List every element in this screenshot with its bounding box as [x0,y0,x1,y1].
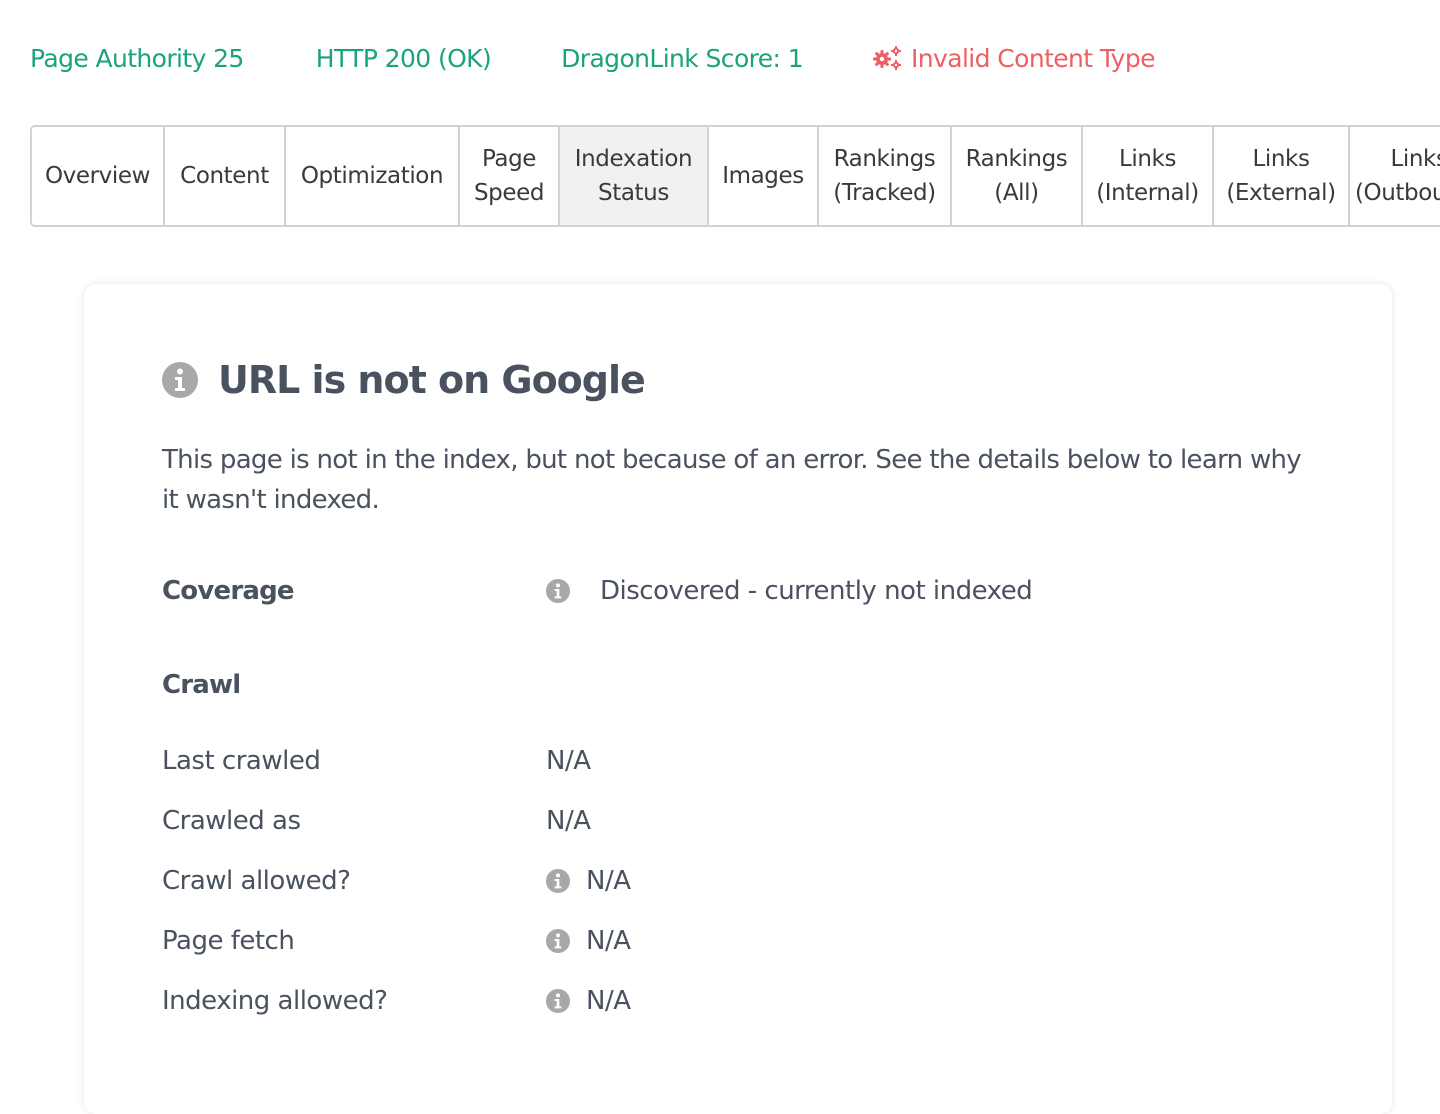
crawl-row-label: Indexing allowed? [162,986,388,1016]
tab-label: Status [598,180,669,206]
tab-page-speed[interactable]: Page Speed [460,125,560,227]
tab-content[interactable]: Content [165,125,286,227]
tab-label: Rankings [833,146,936,172]
card-title: URL is not on Google [218,358,646,402]
crawl-row-crawled-as: Crawled as N/A [162,801,591,841]
indexation-status-card: URL is not on Google This page is not in… [84,284,1392,1114]
crawl-row-value: N/A [546,926,631,956]
tab-label: (Internal) [1096,180,1199,206]
coverage-value: Discovered - currently not indexed [546,576,1033,606]
tab-overview[interactable]: Overview [30,125,165,227]
crawl-row-label: Page fetch [162,926,295,956]
crawl-row-value-text: N/A [546,806,591,836]
tab-label: (External) [1226,180,1336,206]
crawl-row-last-crawled: Last crawled N/A [162,741,591,781]
coverage-row: Coverage Discovered - currently not inde… [162,571,1033,611]
crawl-row-page-fetch: Page fetch N/A [162,921,631,961]
tab-links-outbound[interactable]: Links (Outbound) [1350,125,1440,227]
tab-label: Links [1390,146,1440,172]
coverage-value-text: Discovered - currently not indexed [600,576,1033,606]
tab-label: Optimization [300,163,444,189]
crawl-row-value: N/A [546,806,591,836]
crawl-row-label: Crawl allowed? [162,866,351,896]
tab-label: Speed [473,180,545,206]
crawl-row-value: N/A [546,986,631,1016]
gears-icon [873,46,902,70]
tab-label: Links [1118,146,1177,172]
crawl-row-crawl-allowed: Crawl allowed? N/A [162,861,631,901]
page-tabs: Overview Content Optimization Page Speed … [30,125,1440,227]
crawl-row-value-text: N/A [586,986,631,1016]
info-circle-icon[interactable] [546,929,570,953]
dragonlink-score-stat: DragonLink Score: 1 [561,43,804,73]
content-type-error-text: Invalid Content Type [911,43,1155,73]
tab-label: Links [1252,146,1310,172]
tab-rankings-all[interactable]: Rankings (All) [952,125,1083,227]
tab-optimization[interactable]: Optimization [286,125,460,227]
tab-images[interactable]: Images [709,125,819,227]
info-circle-icon[interactable] [546,989,570,1013]
tab-label: Rankings [965,146,1068,172]
tab-indexation-status[interactable]: Indexation Status [560,125,709,227]
crawl-row-label: Last crawled [162,746,321,776]
crawl-row-indexing-allowed: Indexing allowed? N/A [162,981,631,1021]
card-description: This page is not in the index, but not b… [162,445,1302,515]
crawl-row-value-text: N/A [586,926,631,956]
tab-rankings-tracked[interactable]: Rankings (Tracked) [819,125,952,227]
crawl-row-label: Crawled as [162,806,301,836]
info-circle-icon[interactable] [546,869,570,893]
info-circle-icon [162,362,198,398]
tab-label: Overview [44,163,151,189]
crawl-section-heading: Crawl [162,670,241,700]
http-status-stat: HTTP 200 (OK) [315,43,492,73]
info-circle-icon[interactable] [546,579,570,603]
tab-links-internal[interactable]: Links (Internal) [1083,125,1214,227]
tab-label: (All) [994,180,1039,206]
page-authority-stat: Page Authority 25 [30,43,244,73]
crawl-row-value-text: N/A [586,866,631,896]
tab-label: Page [481,146,537,172]
tab-links-external[interactable]: Links (External) [1214,125,1350,227]
tab-label: (Tracked) [833,180,936,206]
tab-label: Images [722,163,804,189]
content-type-error-stat: Invalid Content Type [873,44,1155,73]
card-heading: URL is not on Google [162,358,646,402]
tab-label: (Outbound) [1354,180,1440,206]
page-stats-bar: Page Authority 25 HTTP 200 (OK) DragonLi… [30,38,1155,78]
crawl-row-value: N/A [546,866,631,896]
crawl-row-value-text: N/A [546,746,591,776]
crawl-row-value: N/A [546,746,591,776]
coverage-label: Coverage [162,576,295,606]
tab-label: Indexation [574,146,693,172]
tab-label: Content [180,163,269,189]
